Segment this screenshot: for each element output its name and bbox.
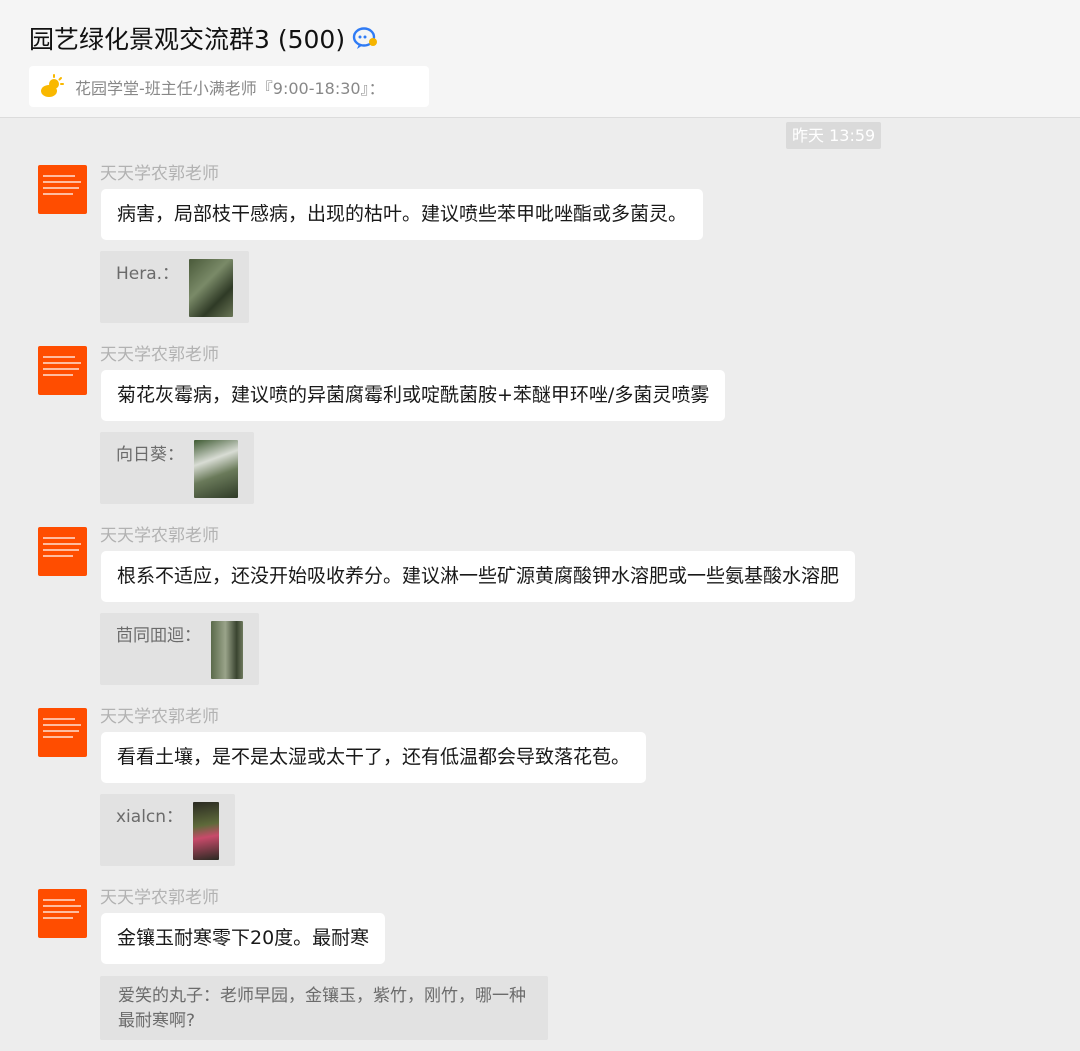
sender-name: 天天学农郭老师 (100, 164, 219, 184)
message-bubble[interactable]: 病害，局部枝干感病，出现的枯叶。建议喷些苯甲吡唑酯或多菌灵。 (101, 189, 704, 240)
quoted-message-text[interactable]: 爱笑的丸子：老师早园，金镶玉，紫竹，刚竹，哪一种最耐寒啊? (100, 976, 548, 1040)
avatar[interactable] (38, 889, 87, 938)
quoted-sender: Hera.： (116, 264, 180, 284)
message-timestamp: 昨天 13:59 (786, 122, 882, 149)
quoted-message[interactable]: 向日葵： (100, 432, 254, 504)
quoted-sender: 茴同囬迴： (116, 626, 201, 646)
message-item: 天天学农郭老师 菊花灰霉病，建议喷的异菌腐霉利或啶酰菌胺+苯醚甲环唑/多菌灵喷雾… (0, 340, 1080, 520)
message-bubble[interactable]: 看看土壤，是不是太湿或太干了，还有低温都会导致落花苞。 (101, 732, 647, 783)
quoted-image-thumbnail[interactable] (193, 802, 220, 860)
quoted-image-thumbnail[interactable] (189, 259, 234, 317)
quoted-image-thumbnail[interactable] (194, 440, 238, 498)
quoted-sender: 向日葵： (116, 445, 184, 465)
message-bubble[interactable]: 金镶玉耐寒零下20度。最耐寒 (101, 913, 386, 964)
avatar[interactable] (38, 346, 87, 395)
quoted-message[interactable]: Hera.： (100, 251, 250, 323)
quoted-sender: xialcn： (116, 807, 184, 827)
sender-name: 天天学农郭老师 (100, 526, 219, 546)
message-item: 天天学农郭老师 病害，局部枝干感病，出现的枯叶。建议喷些苯甲吡唑酯或多菌灵。 H… (0, 159, 1080, 339)
chat-bubble-icon[interactable] (351, 25, 381, 51)
message-item: 天天学农郭老师 根系不适应，还没开始吸收养分。建议淋一些矿源黄腐酸钾水溶肥或一些… (0, 521, 1080, 701)
quoted-message[interactable]: xialcn： (100, 794, 236, 866)
sender-name: 天天学农郭老师 (100, 707, 219, 727)
avatar[interactable] (38, 708, 87, 757)
notice-text: 花园学堂-班主任小满老师『9:00-18:30』： (75, 78, 385, 98)
message-bubble[interactable]: 菊花灰霉病，建议喷的异菌腐霉利或啶酰菌胺+苯醚甲环唑/多菌灵喷雾 (101, 370, 726, 421)
message-item: 天天学农郭老师 看看土壤，是不是太湿或太干了，还有低温都会导致落花苞。 xial… (0, 702, 1080, 882)
chat-header: 园艺绿化景观交流群3 (500) 花园学堂-班主任小满老师『9:00-18:30… (0, 0, 1080, 118)
message-bubble[interactable]: 根系不适应，还没开始吸收养分。建议淋一些矿源黄腐酸钾水溶肥或一些氨基酸水溶肥 (101, 551, 856, 602)
avatar[interactable] (38, 527, 87, 576)
sender-name: 天天学农郭老师 (100, 345, 219, 365)
pinned-notice[interactable]: 花园学堂-班主任小满老师『9:00-18:30』： (29, 66, 429, 107)
quoted-message[interactable]: 茴同囬迴： (100, 613, 259, 685)
avatar[interactable] (38, 165, 87, 214)
sender-name: 天天学农郭老师 (100, 888, 219, 908)
sun-cloud-icon (39, 73, 65, 100)
page-title: 园艺绿化景观交流群3 (500) (29, 20, 381, 56)
quoted-image-thumbnail[interactable] (211, 621, 243, 679)
group-title: 园艺绿化景观交流群3 (500) (29, 25, 346, 54)
